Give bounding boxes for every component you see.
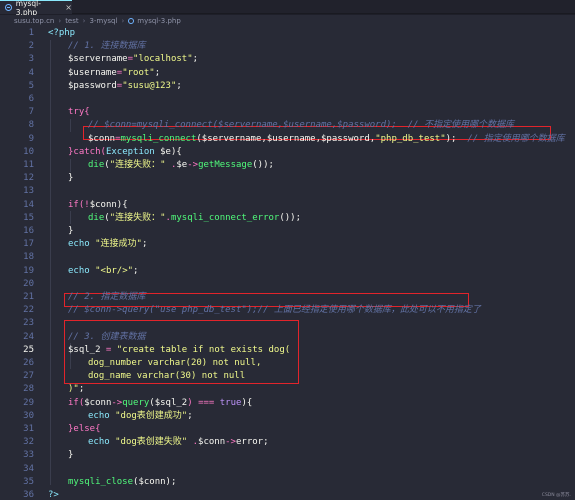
code-line-3: $servername="localhost";: [68, 54, 199, 65]
code-line-10: }catch(Exception $e){: [68, 146, 182, 157]
line-number: 5: [28, 80, 34, 91]
line-number: 29: [23, 397, 34, 408]
code-line-2: // 1. 连接数据库: [68, 41, 146, 52]
watermark: CSDN @苏苏.: [541, 493, 571, 498]
line-number: 16: [23, 226, 34, 236]
line-number: 36: [23, 490, 34, 500]
code-line-7: try{: [68, 107, 90, 118]
code-line-16: }: [68, 226, 74, 236]
line-number: 31: [23, 424, 34, 434]
indent-guide: [50, 40, 51, 485]
code-line-17: echo "连接成功";: [68, 239, 148, 250]
code-line-12: }: [68, 173, 74, 184]
line-number: 6: [28, 94, 34, 104]
code-line-4: $username="root";: [68, 67, 161, 78]
code-line-21: // 2. 指定数据库: [68, 292, 146, 302]
code-line-25: $sql_2 = "create table if not exists dog…: [68, 344, 291, 355]
code-line-14: if(!$conn){: [68, 199, 128, 210]
line-number: 20: [23, 278, 34, 289]
code-line-15: die("连接失败：".mysqli_connect_error());: [88, 212, 302, 223]
line-number: 11: [23, 160, 34, 170]
chevron-right-icon: ›: [121, 17, 125, 25]
tab-mysql-3-php[interactable]: mysql-3.php ×: [0, 0, 72, 17]
line-number: 12: [23, 173, 34, 184]
code-line-22: // $conn->query("use php_db_test");// 上面…: [68, 305, 481, 316]
code-line-33: }: [68, 450, 74, 461]
breadcrumb-item[interactable]: mysql-3.php: [137, 17, 181, 25]
breadcrumb-item[interactable]: test: [65, 17, 78, 25]
code-line-27: dog_name varchar(30) not null: [88, 371, 246, 382]
breadcrumb: susu.top.cn › test › 3-mysql › mysql-3.p…: [0, 15, 575, 27]
line-number: 7: [28, 107, 34, 118]
indent-guide: [70, 211, 71, 224]
chevron-right-icon: ›: [58, 17, 62, 25]
php-file-icon: [128, 18, 135, 24]
line-number: 2: [28, 41, 34, 52]
line-number: 33: [23, 450, 34, 461]
indent-guide: [70, 119, 71, 132]
line-number: 4: [28, 67, 34, 78]
line-number: 22: [23, 305, 34, 316]
line-number: 8: [28, 120, 34, 131]
code-line-35: mysqli_close($conn);: [68, 476, 177, 487]
code-line-24: // 3. 创建表数据: [68, 331, 146, 342]
line-number: 14: [23, 199, 34, 210]
line-number: 25: [23, 344, 34, 355]
line-number: 1: [28, 28, 34, 38]
line-number: 9: [28, 133, 34, 144]
code-line-28: )";: [68, 384, 85, 395]
code-line-31: }else{: [68, 424, 101, 434]
line-number: 19: [23, 265, 34, 276]
line-number-gutter: 1 2 3 4 5 6 7 8 9 10 11 12 13 14 15 16 17 18 19 20 21 22 23 24 2…: [0, 27, 40, 500]
code-line-29: if($conn->query($sql_2) === true){: [68, 397, 253, 408]
indent-guide: [70, 159, 71, 172]
code-area[interactable]: <?php // 1. 连接数据库 $servername="localhost…: [48, 27, 568, 500]
php-file-icon: [5, 4, 12, 11]
line-number: 28: [23, 384, 34, 395]
line-number: 35: [23, 476, 34, 487]
line-number: 13: [23, 186, 34, 197]
line-number: 15: [23, 212, 34, 223]
line-number: 3: [28, 54, 34, 65]
breadcrumb-item[interactable]: 3-mysql: [89, 17, 117, 25]
code-line-30: echo "dog表创建成功";: [88, 410, 193, 421]
line-number: 27: [23, 371, 34, 382]
code-editor[interactable]: 1 2 3 4 5 6 7 8 9 10 11 12 13 14 15 16 17 18 19 20 21 22 23 24 2…: [0, 27, 575, 500]
close-icon[interactable]: ×: [65, 3, 72, 12]
tab-bar: mysql-3.php ×: [0, 0, 575, 17]
line-number: 17: [23, 239, 34, 250]
line-number: 24: [23, 331, 34, 342]
chevron-right-icon: ›: [82, 17, 86, 25]
code-line-8: // $conn=mysqli_connect($servername,$use…: [88, 120, 514, 131]
code-line-32: echo "dog表创建失败" .$conn->error;: [88, 437, 269, 448]
code-line-11: die("连接失败：" .$e->getMessage());: [88, 160, 274, 170]
line-number: 32: [23, 437, 34, 448]
line-number: 23: [23, 318, 34, 329]
line-number: 26: [23, 358, 34, 368]
breadcrumb-item[interactable]: susu.top.cn: [14, 17, 54, 25]
code-line-5: $password="susu@123";: [68, 80, 182, 91]
code-line-19: echo "<br/>";: [68, 265, 139, 276]
code-line-26: dog_number varchar(20) not null,: [88, 358, 262, 368]
line-number: 21: [23, 292, 34, 302]
code-line-37: ?>: [48, 490, 59, 500]
line-number: 18: [23, 252, 34, 263]
code-line-9: $conn=mysqli_connect($servername,$userna…: [88, 133, 565, 144]
code-line-1: <?php: [48, 28, 76, 38]
line-number: 10: [23, 146, 34, 157]
line-number: 34: [23, 463, 34, 474]
line-number: 30: [23, 410, 34, 421]
